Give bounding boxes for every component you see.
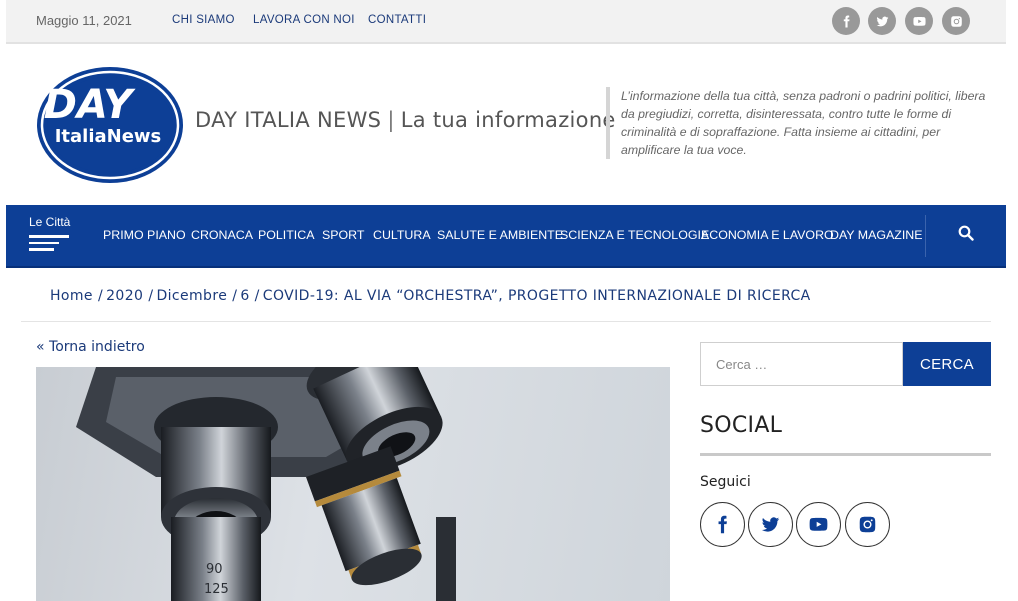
nav-divider: [925, 215, 926, 257]
logo-text-italianews: ItaliaNews: [55, 126, 162, 147]
breadcrumb-current: COVID-19: AL VIA “ORCHESTRA”, PROGETTO I…: [262, 288, 811, 304]
top-link-lavora-con-noi[interactable]: LAVORA CON NOI: [253, 14, 355, 26]
nav-item-cultura[interactable]: CULTURA: [373, 228, 431, 242]
site-logo[interactable]: DAY ItaliaNews: [36, 66, 184, 184]
nav-item-sport[interactable]: SPORT: [322, 228, 364, 242]
current-date: Maggio 11, 2021: [36, 13, 132, 28]
search-icon[interactable]: [958, 225, 974, 241]
breadcrumb-separator: /: [148, 288, 154, 304]
youtube-icon[interactable]: [905, 7, 933, 35]
breadcrumb-month[interactable]: Dicembre: [156, 288, 227, 304]
article-featured-image: 90 125: [36, 367, 670, 601]
site-name: DAY ITALIA NEWS: [195, 108, 382, 132]
breadcrumb-separator: /: [97, 288, 104, 304]
site-description: La tua informazione: [400, 108, 616, 132]
instagram-icon[interactable]: [845, 502, 890, 547]
nav-item-primo-piano[interactable]: PRIMO PIANO: [103, 228, 186, 242]
le-citta-label[interactable]: Le Città: [29, 215, 70, 229]
objective-label-90: 90: [206, 562, 223, 577]
breadcrumb-divider: [21, 321, 991, 322]
hamburger-menu-icon[interactable]: [29, 235, 69, 253]
search-input[interactable]: [700, 342, 903, 386]
nav-item-salute-e-ambiente[interactable]: SALUTE E AMBIENTE: [437, 228, 563, 242]
breadcrumb-day[interactable]: 6: [240, 288, 249, 304]
top-bar: Maggio 11, 2021 CHI SIAMO LAVORA CON NOI…: [6, 0, 1006, 44]
social-widget-title: SOCIAL: [700, 413, 783, 438]
facebook-icon[interactable]: [832, 7, 860, 35]
nav-item-politica[interactable]: POLITICA: [258, 228, 314, 242]
breadcrumb-year[interactable]: 2020: [106, 288, 143, 304]
breadcrumb-home[interactable]: Home: [50, 288, 93, 304]
search-button[interactable]: CERCA: [903, 342, 991, 386]
twitter-icon[interactable]: [748, 502, 793, 547]
nav-item-day-magazine[interactable]: DAY MAGAZINE: [830, 228, 923, 242]
nav-item-cronaca[interactable]: CRONACA: [191, 228, 253, 242]
logo-text-day: DAY: [44, 82, 137, 128]
instagram-icon[interactable]: [942, 7, 970, 35]
social-title-underline: [700, 453, 991, 456]
site-title[interactable]: DAY ITALIA NEWS | La tua informazione: [195, 108, 616, 132]
back-link[interactable]: « Torna indietro: [36, 339, 145, 355]
breadcrumb-separator: /: [254, 288, 260, 304]
top-link-contatti[interactable]: CONTATTI: [368, 14, 426, 26]
breadcrumb: Home/2020/Dicembre/6/COVID-19: AL VIA “O…: [50, 288, 811, 304]
twitter-icon[interactable]: [868, 7, 896, 35]
top-link-chi-siamo[interactable]: CHI SIAMO: [172, 14, 235, 26]
nav-item-scienza-e-tecnologia[interactable]: SCIENZA E TECNOLOGIA: [560, 228, 709, 242]
follow-label: Seguici: [700, 474, 751, 490]
microscope-image: 90 125: [76, 367, 456, 601]
youtube-icon[interactable]: [796, 502, 841, 547]
main-navigation: Le Città PRIMO PIANO CRONACA POLITICA SP…: [6, 205, 1006, 268]
objective-label-125: 125: [204, 582, 229, 597]
nav-item-economia-e-lavoro[interactable]: ECONOMIA E LAVORO: [701, 228, 834, 242]
breadcrumb-separator: /: [232, 288, 238, 304]
facebook-icon[interactable]: [700, 502, 745, 547]
site-tagline: L’informazione della tua città, senza pa…: [606, 87, 986, 159]
title-separator: |: [387, 108, 395, 132]
